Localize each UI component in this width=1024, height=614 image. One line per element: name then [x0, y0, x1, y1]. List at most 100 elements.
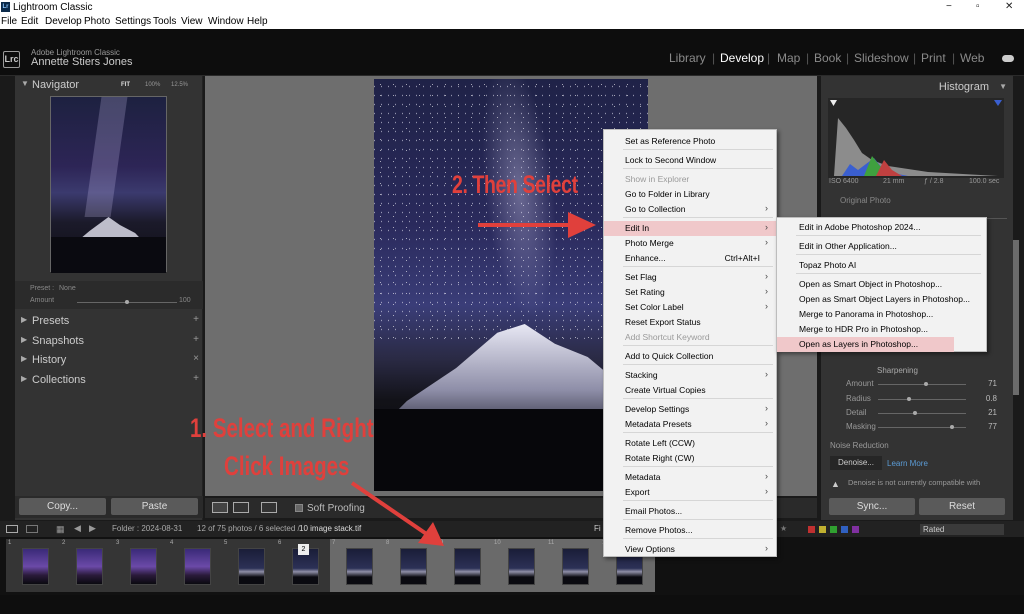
submenu-chevron-icon: › — [765, 237, 768, 247]
menu-separator — [623, 364, 773, 365]
menu-item-export[interactable]: Export › — [604, 485, 776, 500]
menu-item-set-flag[interactable]: Set Flag › — [604, 270, 776, 285]
menu-separator — [796, 273, 981, 274]
submenu-chevron-icon: › — [765, 486, 768, 496]
menu-item-label: Add Shortcut Keyword — [625, 332, 710, 342]
edit-in-submenu: Edit in Adobe Photoshop 2024... Edit in O… — [776, 217, 987, 352]
menu-item-label: Metadata — [625, 472, 661, 482]
menu-item-label: Export — [625, 487, 650, 497]
menu-item-reset-export-status[interactable]: Reset Export Status — [604, 315, 776, 330]
submenu-item-merge-to-panorama-in-photoshop[interactable]: Merge to Panorama in Photoshop... — [777, 307, 986, 322]
submenu-item-label: Merge to HDR Pro in Photoshop... — [799, 324, 928, 334]
menu-item-remove-photos[interactable]: Remove Photos... — [604, 523, 776, 538]
menu-item-go-to-collection[interactable]: Go to Collection › — [604, 202, 776, 217]
menu-separator — [623, 266, 773, 267]
step-1-annotation-line-1: 1. Select and Right — [190, 413, 374, 443]
menu-separator — [796, 235, 981, 236]
submenu-item-label: Open as Smart Object in Photoshop... — [799, 279, 943, 289]
submenu-chevron-icon: › — [765, 471, 768, 481]
menu-item-label: Set Rating — [625, 287, 665, 297]
menu-item-rotate-left-ccw[interactable]: Rotate Left (CCW) — [604, 436, 776, 451]
arrowhead-right-icon — [568, 212, 596, 238]
menu-item-label: Reset Export Status — [625, 317, 701, 327]
menu-item-view-options[interactable]: View Options › — [604, 542, 776, 557]
submenu-item-topaz-photo-ai[interactable]: Topaz Photo AI — [777, 258, 986, 273]
submenu-item-open-as-layers-in-photoshop[interactable]: Open as Layers in Photoshop... — [777, 337, 954, 352]
submenu-chevron-icon: › — [765, 418, 768, 428]
menu-item-label: Develop Settings — [625, 404, 690, 414]
menu-shortcut: Ctrl+Alt+I — [724, 253, 760, 263]
menu-item-rotate-right-cw[interactable]: Rotate Right (CW) — [604, 451, 776, 466]
menu-item-edit-in[interactable]: Edit In › — [604, 221, 776, 236]
menu-item-label: Lock to Second Window — [625, 155, 717, 165]
arrowhead-down-icon — [418, 522, 444, 546]
submenu-chevron-icon: › — [765, 369, 768, 379]
step-1-annotation-line-2: Click Images — [224, 451, 350, 481]
menu-item-label: Edit In — [625, 223, 650, 233]
submenu-chevron-icon: › — [765, 203, 768, 213]
menu-item-photo-merge[interactable]: Photo Merge › — [604, 236, 776, 251]
submenu-item-merge-to-hdr-pro-in-photoshop[interactable]: Merge to HDR Pro in Photoshop... — [777, 322, 986, 337]
menu-item-metadata[interactable]: Metadata › — [604, 470, 776, 485]
submenu-item-edit-in-other-application[interactable]: Edit in Other Application... — [777, 239, 986, 254]
menu-item-label: Go to Collection — [625, 204, 686, 214]
submenu-item-label: Edit in Other Application... — [799, 241, 897, 251]
menu-item-develop-settings[interactable]: Develop Settings › — [604, 402, 776, 417]
menu-separator — [623, 217, 773, 218]
menu-item-stacking[interactable]: Stacking › — [604, 368, 776, 383]
menu-item-create-virtual-copies[interactable]: Create Virtual Copies — [604, 383, 776, 398]
menu-item-label: Stacking — [625, 370, 658, 380]
menu-item-label: Set Flag — [625, 272, 657, 282]
submenu-chevron-icon: › — [765, 403, 768, 413]
submenu-item-label: Open as Smart Object Layers in Photoshop… — [799, 294, 971, 304]
submenu-chevron-icon: › — [765, 286, 768, 296]
menu-item-go-to-folder-in-library[interactable]: Go to Folder in Library — [604, 187, 776, 202]
menu-item-set-color-label[interactable]: Set Color Label › — [604, 300, 776, 315]
submenu-item-open-as-smart-object-in-photoshop[interactable]: Open as Smart Object in Photoshop... — [777, 277, 986, 292]
menu-separator — [623, 432, 773, 433]
submenu-item-label: Open as Layers in Photoshop... — [799, 339, 919, 349]
menu-item-label: Set Color Label — [625, 302, 684, 312]
menu-item-enhance[interactable]: Enhance... Ctrl+Alt+I — [604, 251, 776, 266]
menu-separator — [623, 538, 773, 539]
menu-item-label: Email Photos... — [625, 506, 683, 516]
submenu-item-label: Edit in Adobe Photoshop 2024... — [799, 222, 921, 232]
menu-separator — [623, 466, 773, 467]
menu-item-label: Show in Explorer — [625, 174, 690, 184]
menu-separator — [623, 168, 773, 169]
menu-item-email-photos[interactable]: Email Photos... — [604, 504, 776, 519]
submenu-item-open-as-smart-object-layers-in-photoshop[interactable]: Open as Smart Object Layers in Photoshop… — [777, 292, 986, 307]
menu-separator — [623, 149, 773, 150]
menu-item-lock-to-second-window[interactable]: Lock to Second Window — [604, 153, 776, 168]
menu-item-label: Photo Merge — [625, 238, 674, 248]
submenu-item-label: Merge to Panorama in Photoshop... — [799, 309, 934, 319]
submenu-chevron-icon: › — [765, 271, 768, 281]
menu-item-metadata-presets[interactable]: Metadata Presets › — [604, 417, 776, 432]
step-2-annotation: 2. Then Select — [452, 171, 578, 199]
menu-item-set-as-reference-photo[interactable]: Set as Reference Photo — [604, 134, 776, 149]
submenu-chevron-icon: › — [765, 222, 768, 232]
submenu-chevron-icon: › — [765, 301, 768, 311]
menu-separator — [796, 254, 981, 255]
menu-item-label: Create Virtual Copies — [625, 385, 706, 395]
menu-separator — [623, 500, 773, 501]
context-menu: Set as Reference Photo Lock to Second Win… — [603, 129, 777, 557]
menu-item-label: Go to Folder in Library — [625, 189, 710, 199]
menu-item-add-to-quick-collection[interactable]: Add to Quick Collection — [604, 349, 776, 364]
menu-item-label: Rotate Right (CW) — [625, 453, 695, 463]
menu-separator — [623, 398, 773, 399]
menu-item-label: View Options — [625, 544, 675, 554]
menu-item-label: Enhance... — [625, 253, 666, 263]
menu-item-show-in-explorer: Show in Explorer — [604, 172, 776, 187]
submenu-item-label: Topaz Photo AI — [799, 260, 857, 270]
menu-item-add-shortcut-keyword: Add Shortcut Keyword — [604, 330, 776, 345]
menu-separator — [623, 519, 773, 520]
menu-item-set-rating[interactable]: Set Rating › — [604, 285, 776, 300]
menu-item-label: Remove Photos... — [625, 525, 693, 535]
menu-item-label: Rotate Left (CCW) — [625, 438, 695, 448]
menu-item-label: Add to Quick Collection — [625, 351, 714, 361]
submenu-item-edit-in-adobe-photoshop-2024[interactable]: Edit in Adobe Photoshop 2024... — [777, 220, 986, 235]
menu-separator — [623, 345, 773, 346]
arrow-to-filmstrip — [350, 481, 430, 537]
menu-item-label: Set as Reference Photo — [625, 136, 716, 146]
